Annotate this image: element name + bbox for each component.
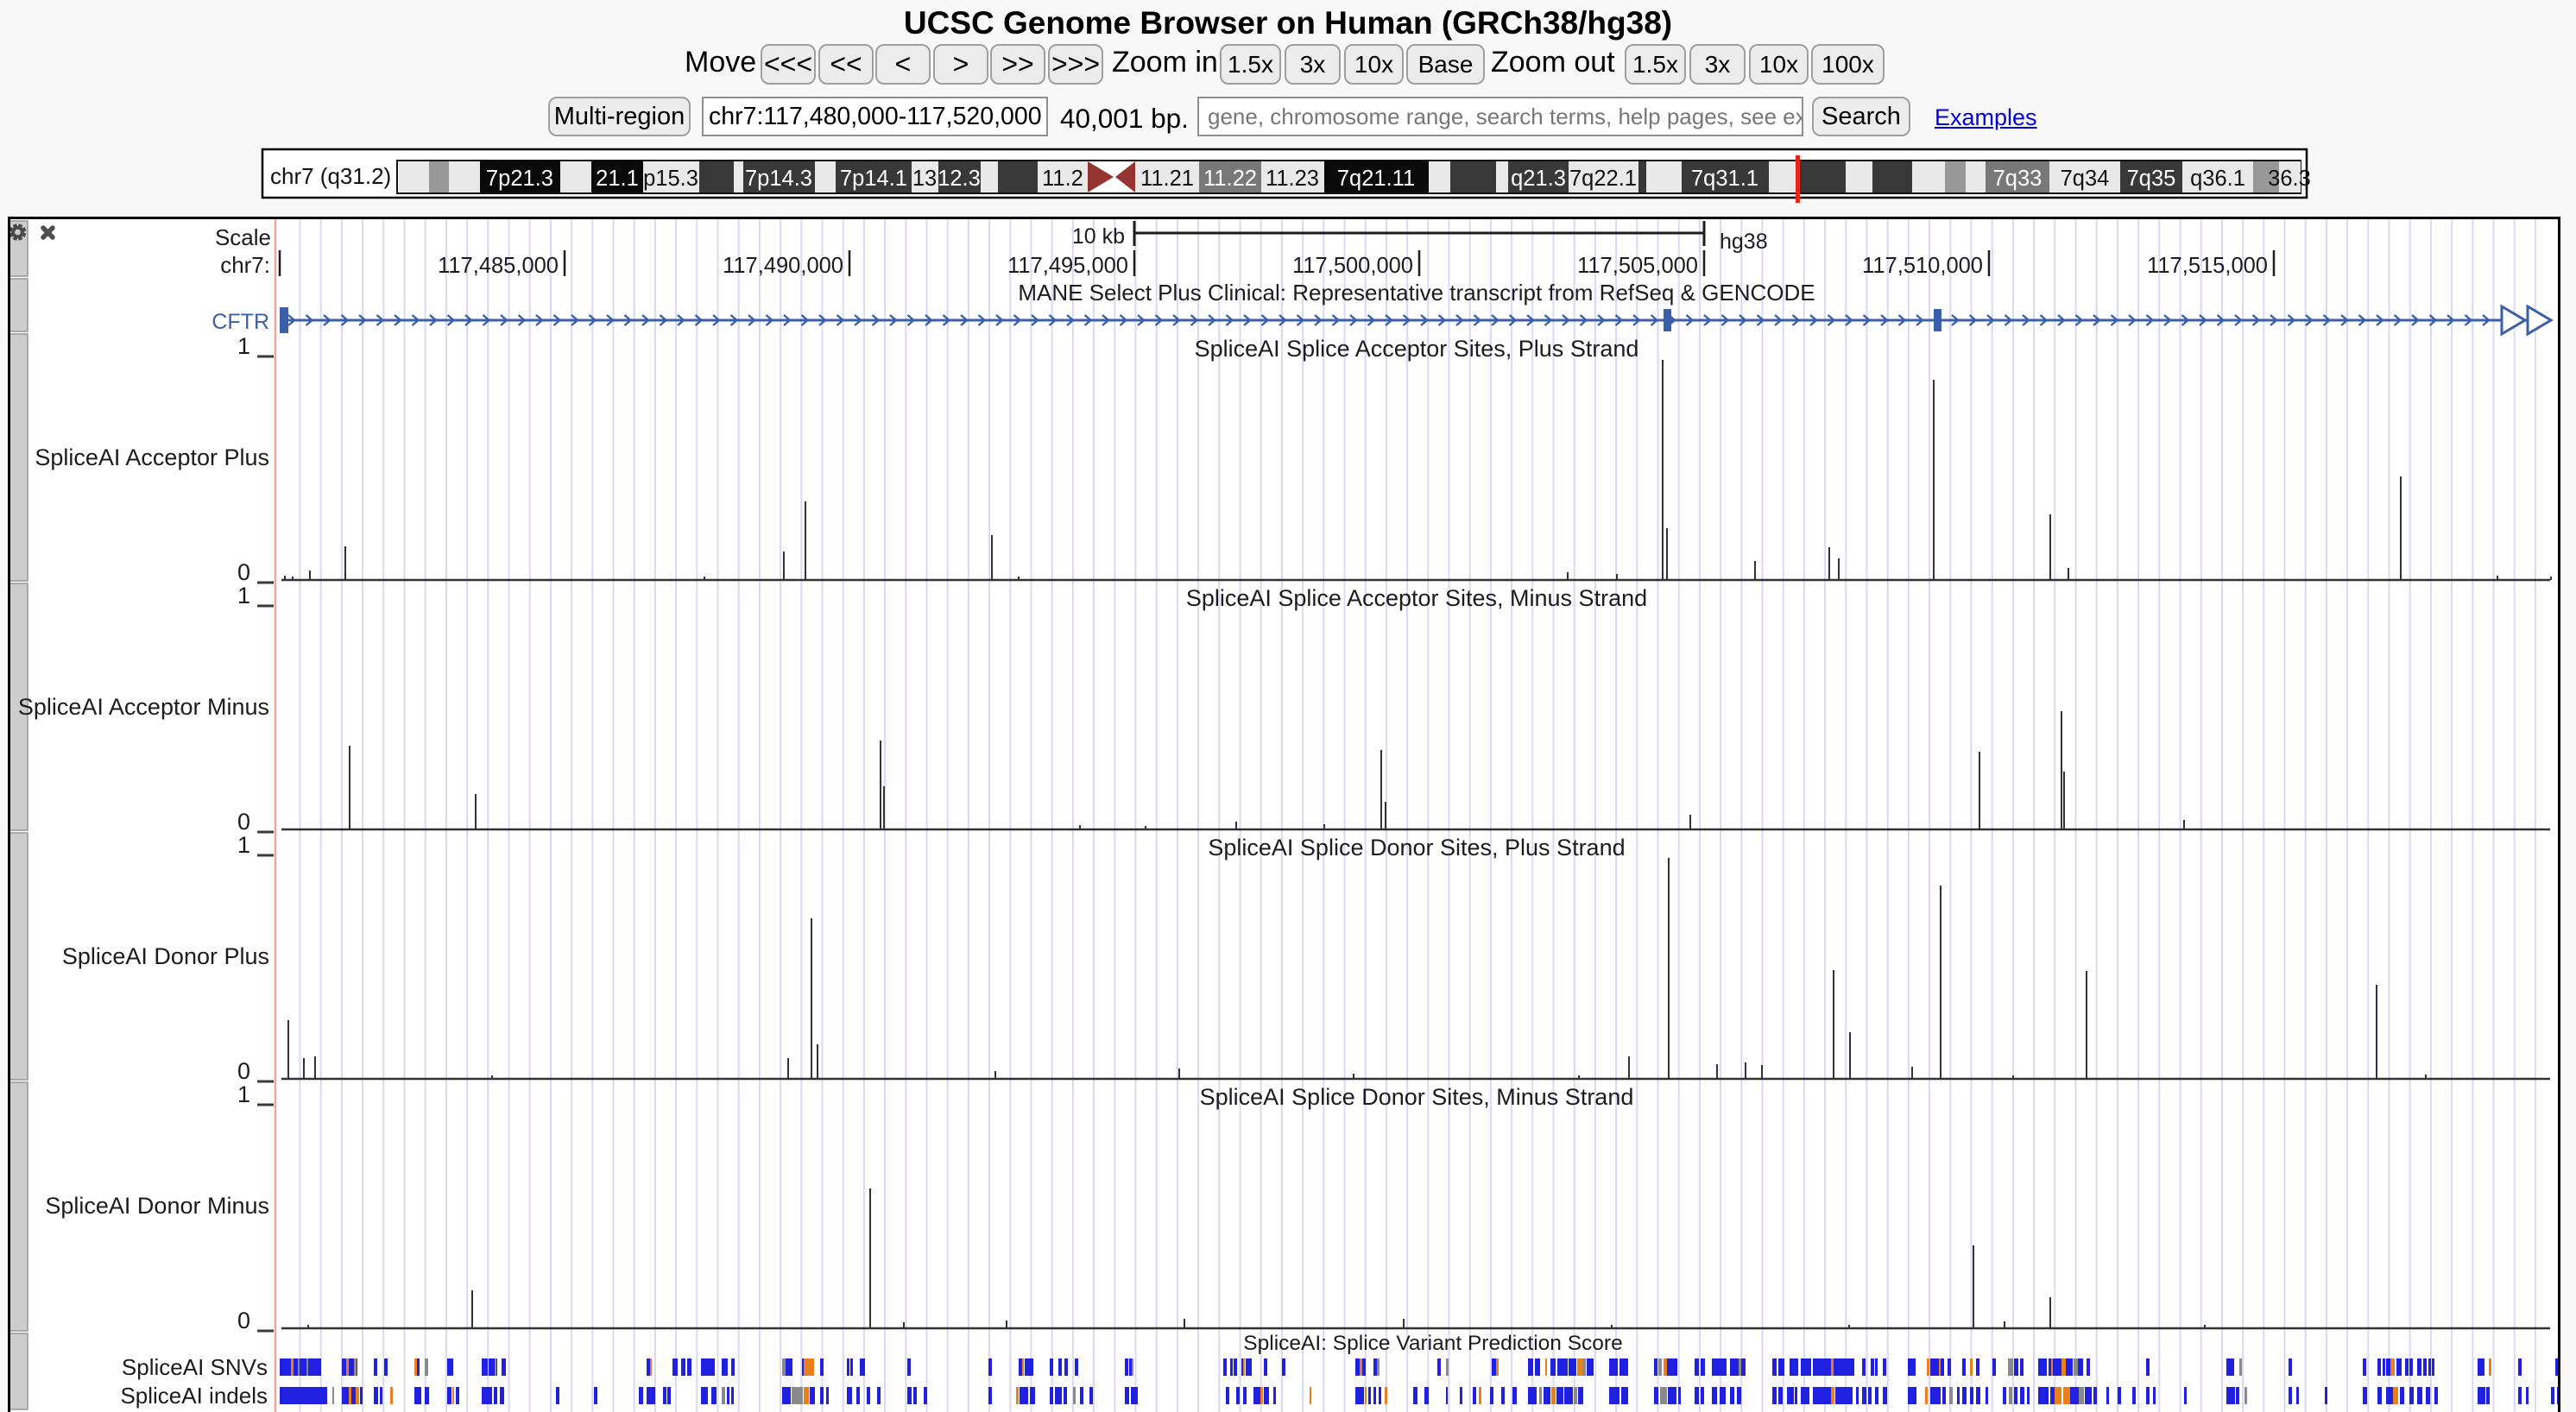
svg-text:SpliceAI Donor Minus: SpliceAI Donor Minus: [45, 1193, 269, 1219]
svg-text:q36.1: q36.1: [2190, 167, 2245, 191]
svg-text:21.1: 21.1: [596, 167, 639, 191]
svg-text:11.21: 11.21: [1140, 167, 1194, 191]
svg-text:1: 1: [237, 832, 250, 858]
svg-text:117,495,000: 117,495,000: [1007, 254, 1128, 278]
svg-text:7q35: 7q35: [2127, 167, 2176, 191]
svg-text:q21.3: q21.3: [1511, 167, 1566, 191]
svg-text:13: 13: [912, 167, 937, 191]
svg-text:117,510,000: 117,510,000: [1862, 254, 1983, 278]
svg-text:1: 1: [237, 333, 250, 359]
svg-text:36.3: 36.3: [2268, 167, 2311, 191]
svg-text:11.22: 11.22: [1203, 167, 1257, 191]
svg-text:p15.3: p15.3: [643, 167, 698, 191]
svg-text:12.3: 12.3: [938, 167, 981, 191]
svg-text:hg38: hg38: [1720, 230, 1768, 254]
svg-text:chr7 (q31.2): chr7 (q31.2): [270, 163, 391, 189]
svg-text:SpliceAI Splice Acceptor Sites: SpliceAI Splice Acceptor Sites, Plus Str…: [1195, 336, 1639, 362]
svg-text:11.2: 11.2: [1042, 167, 1083, 191]
svg-text:0: 0: [237, 1308, 250, 1333]
svg-text:SpliceAI: Splice Variant Predi: SpliceAI: Splice Variant Prediction Scor…: [1243, 1332, 1622, 1355]
svg-text:SpliceAI indels: SpliceAI indels: [120, 1383, 268, 1409]
svg-text:7q31.1: 7q31.1: [1691, 167, 1758, 191]
svg-text:SpliceAI Splice Donor Sites, M: SpliceAI Splice Donor Sites, Minus Stran…: [1200, 1084, 1634, 1110]
svg-text:117,485,000: 117,485,000: [438, 254, 559, 278]
svg-text:10 kb: 10 kb: [1072, 224, 1125, 249]
svg-text:117,500,000: 117,500,000: [1292, 254, 1413, 278]
svg-text:7q22.1: 7q22.1: [1569, 167, 1637, 191]
svg-text:SpliceAI Splice Acceptor Sites: SpliceAI Splice Acceptor Sites, Minus St…: [1186, 585, 1647, 611]
svg-text:SpliceAI Acceptor Minus: SpliceAI Acceptor Minus: [18, 694, 269, 720]
svg-text:SpliceAI Donor Plus: SpliceAI Donor Plus: [62, 943, 269, 969]
svg-text:SpliceAI Acceptor Plus: SpliceAI Acceptor Plus: [35, 444, 269, 470]
svg-text:CFTR: CFTR: [212, 310, 269, 334]
svg-text:0: 0: [237, 809, 250, 835]
svg-text:7p14.1: 7p14.1: [840, 167, 907, 191]
svg-text:7q34: 7q34: [2061, 167, 2110, 191]
svg-text:0: 0: [237, 1058, 250, 1084]
svg-text:117,515,000: 117,515,000: [2147, 254, 2268, 278]
svg-text:117,505,000: 117,505,000: [1577, 254, 1698, 278]
svg-text:chr7:: chr7:: [220, 252, 270, 278]
svg-text:1: 1: [237, 583, 250, 608]
svg-text:Scale: Scale: [215, 224, 271, 250]
svg-text:SpliceAI SNVs: SpliceAI SNVs: [122, 1354, 268, 1380]
svg-text:0: 0: [237, 559, 250, 585]
svg-text:7p21.3: 7p21.3: [486, 167, 553, 191]
svg-text:7p14.3: 7p14.3: [745, 167, 812, 191]
svg-text:7q33: 7q33: [1993, 167, 2042, 191]
svg-text:117,490,000: 117,490,000: [723, 254, 843, 278]
svg-text:MANE Select Plus Clinical: Rep: MANE Select Plus Clinical: Representativ…: [1018, 280, 1815, 306]
svg-text:7q21.11: 7q21.11: [1337, 167, 1415, 191]
svg-text:1: 1: [237, 1081, 250, 1107]
svg-text:11.23: 11.23: [1266, 167, 1319, 191]
svg-text:SpliceAI Splice Donor Sites, P: SpliceAI Splice Donor Sites, Plus Strand: [1208, 835, 1625, 860]
